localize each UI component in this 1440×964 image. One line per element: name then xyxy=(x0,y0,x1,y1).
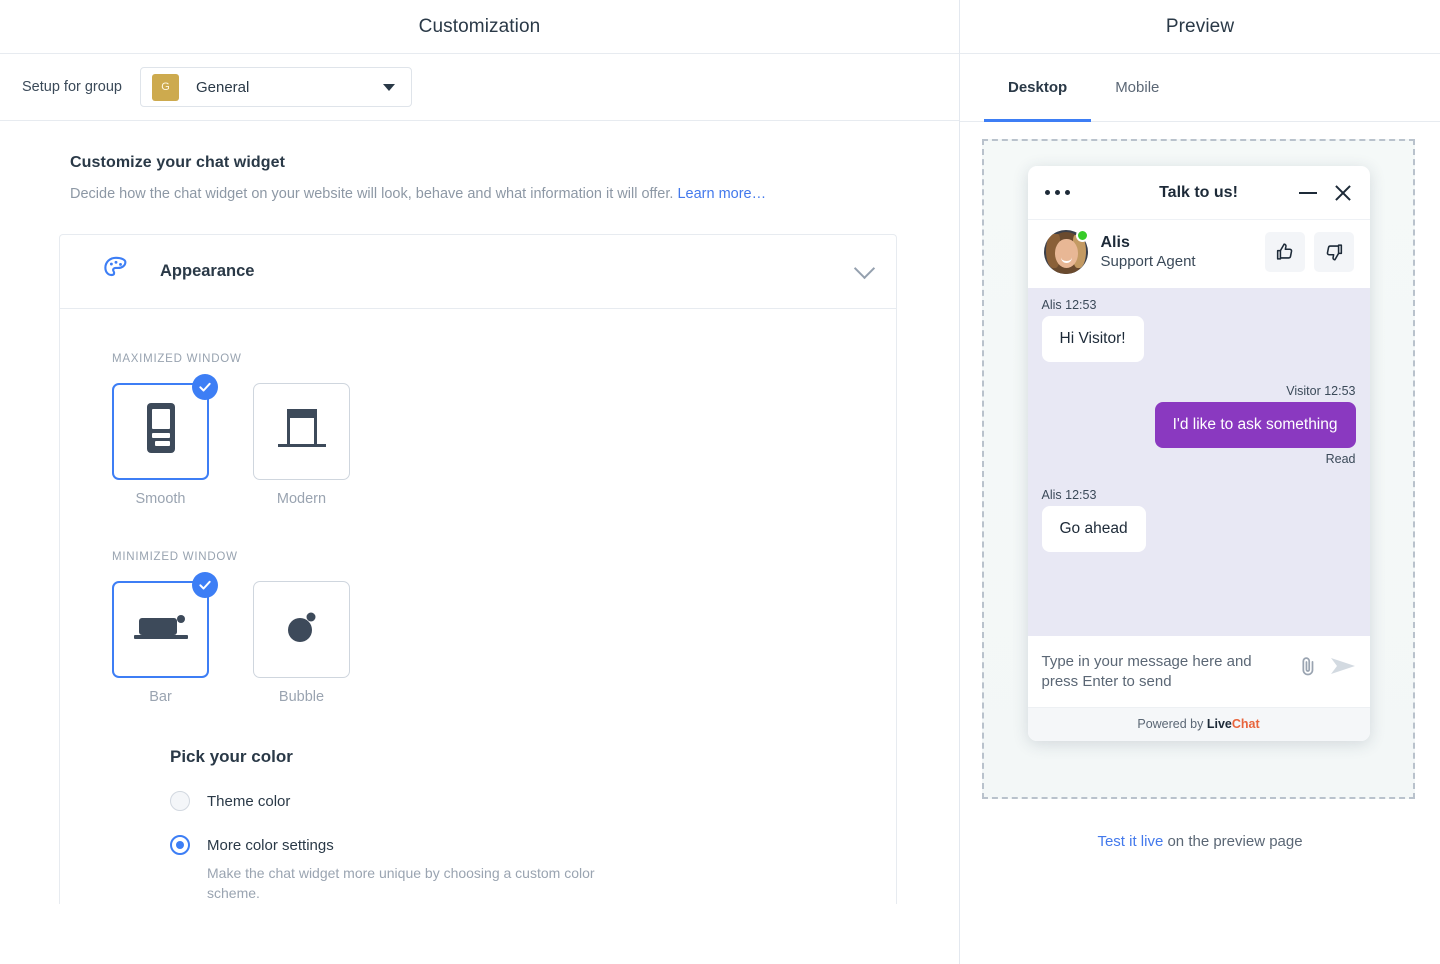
online-status-dot xyxy=(1075,229,1089,242)
learn-more-link[interactable]: Learn more… xyxy=(677,186,766,202)
maximized-window-label: MAXIMIZED WINDOW xyxy=(112,353,242,365)
option-modern-box[interactable] xyxy=(253,383,350,480)
close-icon[interactable] xyxy=(1333,183,1353,203)
option-bubble-box[interactable] xyxy=(253,581,350,678)
section-description: Decide how the chat widget on your websi… xyxy=(0,186,959,202)
appearance-card: Appearance MAXIMIZED WINDOW Smooth Moder… xyxy=(59,234,897,904)
option-smooth-caption: Smooth xyxy=(135,491,186,507)
avatar xyxy=(1043,229,1089,274)
powered-by-prefix: Powered by xyxy=(1137,716,1207,731)
appearance-card-body: MAXIMIZED WINDOW Smooth Modern MINIMIZED… xyxy=(60,309,896,904)
chat-message-bubble: Go ahead xyxy=(1041,506,1146,553)
chat-message-agent-2: Alis 12:53 Go ahead xyxy=(1041,488,1356,553)
minimize-icon[interactable] xyxy=(1298,191,1317,194)
chat-message-visitor-1: Visitor 12:53 I'd like to ask something … xyxy=(1042,384,1356,466)
powered-by: Powered by LiveChat xyxy=(1027,706,1370,741)
group-select-value: General xyxy=(195,78,250,96)
radio-theme-color-input[interactable] xyxy=(170,791,190,811)
chat-message-agent-1: Alis 12:53 Hi Visitor! xyxy=(1041,298,1356,363)
test-it-live-link[interactable]: Test it live xyxy=(1097,833,1163,850)
tab-mobile[interactable]: Mobile xyxy=(1091,54,1183,121)
chat-message-meta: Alis 12:53 xyxy=(1041,298,1097,312)
option-bar-box[interactable] xyxy=(112,572,218,678)
radio-more-color-settings-label: More color settings xyxy=(207,836,334,854)
paperclip-icon[interactable] xyxy=(1296,654,1318,683)
send-icon[interactable] xyxy=(1330,655,1356,682)
radio-theme-color-label: Theme color xyxy=(207,792,291,810)
option-smooth[interactable]: Smooth xyxy=(112,374,218,507)
composer-icons xyxy=(1296,652,1356,683)
chat-message-bubble: Hi Visitor! xyxy=(1041,316,1144,363)
modern-window-icon xyxy=(274,404,330,459)
radio-more-color-settings-input[interactable] xyxy=(170,835,190,855)
preview-pane: Preview Desktop Mobile Talk to us! Alis … xyxy=(960,0,1440,964)
radio-more-color-settings[interactable]: More color settings xyxy=(170,835,896,855)
preview-stage: Talk to us! Alis Support Agent Alis 12:5… xyxy=(982,139,1415,799)
agent-row: Alis Support Agent xyxy=(1027,219,1370,288)
minimized-window-label: MINIMIZED WINDOW xyxy=(112,551,238,563)
customization-page: Customization Setup for group G General … xyxy=(0,0,1440,964)
preview-tabs: Desktop Mobile xyxy=(960,54,1440,122)
appearance-card-header[interactable]: Appearance xyxy=(60,235,896,309)
radio-more-color-settings-help: Make the chat widget more unique by choo… xyxy=(207,865,595,902)
agent-role: Support Agent xyxy=(1100,252,1196,270)
thumbs-up-button[interactable] xyxy=(1264,232,1305,272)
chat-message-status: Read xyxy=(1325,452,1356,467)
group-selector-label: Setup for group xyxy=(22,79,122,95)
rating-buttons xyxy=(1264,232,1354,272)
chat-message-bubble: I'd like to ask something xyxy=(1154,402,1356,449)
group-selector-bar: Setup for group G General xyxy=(0,54,959,121)
customization-pane: Customization Setup for group G General … xyxy=(0,0,960,964)
section-heading: Customize your chat widget xyxy=(70,154,286,171)
widget-topbar-actions xyxy=(1298,183,1353,203)
customization-body: Customize your chat widget Decide how th… xyxy=(0,121,959,964)
chat-messages: Alis 12:53 Hi Visitor! Visitor 12:53 I'd… xyxy=(1027,288,1370,636)
agent-meta: Alis Support Agent xyxy=(1101,233,1196,272)
widget-topbar: Talk to us! xyxy=(1028,166,1370,219)
tab-desktop[interactable]: Desktop xyxy=(984,54,1092,122)
palette-icon xyxy=(101,254,131,289)
more-options-icon[interactable] xyxy=(1044,190,1070,195)
test-it-live-rest: on the preview page xyxy=(1163,833,1303,850)
option-modern-caption: Modern xyxy=(276,491,327,507)
bar-minimized-icon xyxy=(131,610,191,649)
radio-theme-color[interactable]: Theme color xyxy=(170,791,896,811)
preview-title: Preview xyxy=(1165,15,1235,37)
appearance-card-title: Appearance xyxy=(160,262,255,280)
brand-chat: Chat xyxy=(1231,716,1260,731)
option-bubble-caption: Bubble xyxy=(278,689,325,705)
selected-check-icon xyxy=(192,374,218,400)
option-bubble[interactable]: Bubble xyxy=(253,581,350,705)
chat-widget-preview: Talk to us! Alis Support Agent Alis 12:5… xyxy=(1027,166,1370,741)
chevron-down-icon xyxy=(382,84,395,91)
test-it-live: Test it live on the preview page xyxy=(960,833,1440,850)
chat-message-meta: Visitor 12:53 xyxy=(1286,384,1356,399)
preview-title-bar: Preview xyxy=(960,0,1440,54)
group-badge: G xyxy=(151,73,179,101)
chevron-down-icon[interactable] xyxy=(853,257,876,279)
pick-color-title: Pick your color xyxy=(170,747,293,766)
chat-message-meta: Alis 12:53 xyxy=(1041,488,1097,503)
customization-title-bar: Customization xyxy=(0,0,959,54)
selected-check-icon xyxy=(192,572,218,598)
option-modern[interactable]: Modern xyxy=(253,383,350,507)
maximized-window-options: Smooth Modern xyxy=(112,374,896,507)
bubble-minimized-icon xyxy=(282,608,322,651)
chat-composer: Type in your message here and press Ente… xyxy=(1027,636,1370,707)
agent-name: Alis xyxy=(1100,233,1130,251)
smooth-window-icon xyxy=(139,401,183,462)
minimized-window-options: Bar Bubble xyxy=(112,572,896,705)
option-bar-caption: Bar xyxy=(149,689,172,705)
message-input[interactable]: Type in your message here and press Ente… xyxy=(1042,652,1262,693)
brand-live: Live xyxy=(1206,716,1232,731)
group-select[interactable]: G General xyxy=(139,67,412,107)
option-bar[interactable]: Bar xyxy=(112,572,218,705)
section-description-text: Decide how the chat widget on your websi… xyxy=(70,186,674,202)
thumbs-down-button[interactable] xyxy=(1313,232,1354,272)
page-title: Customization xyxy=(418,15,541,37)
option-smooth-box[interactable] xyxy=(112,374,218,480)
